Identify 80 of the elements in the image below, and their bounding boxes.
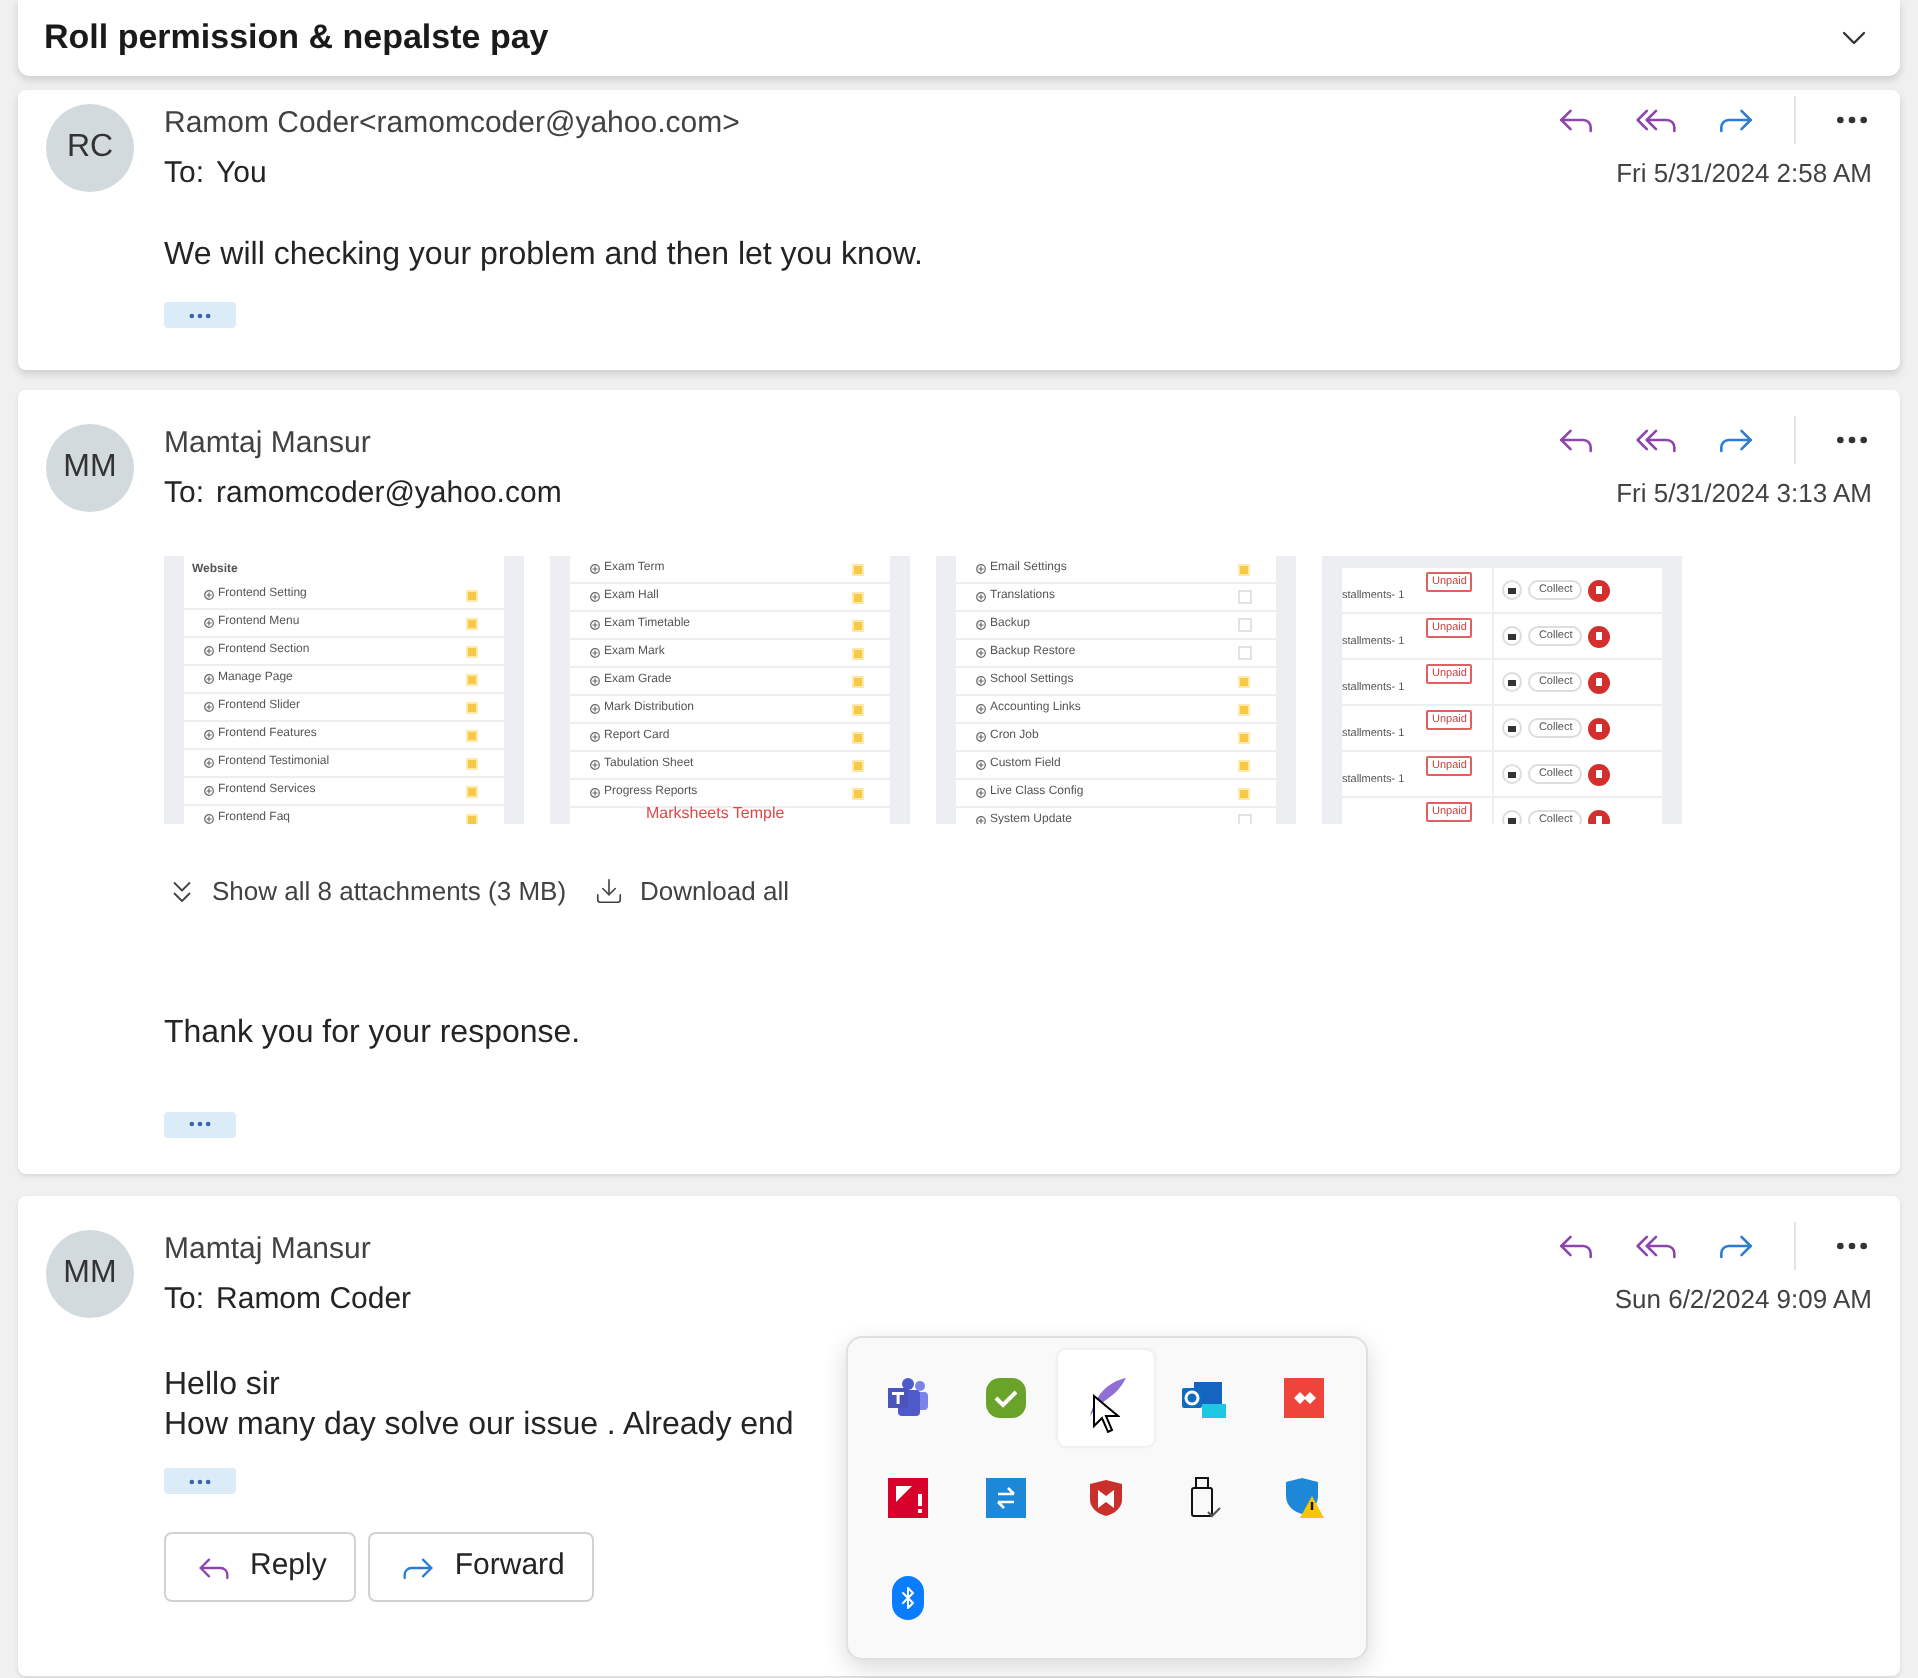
message-date: Fri 5/31/2024 3:13 AM: [1616, 476, 1872, 512]
plus-circle-icon: [204, 814, 214, 824]
to-label: To:: [164, 153, 205, 193]
plus-circle-icon: [590, 676, 600, 686]
plus-circle-icon: [204, 758, 214, 769]
plus-circle-icon: [590, 704, 600, 714]
plus-circle-icon: [976, 648, 986, 658]
message-date: Fri 5/31/2024 2:58 AM: [1616, 156, 1872, 192]
plus-circle-icon: [590, 648, 600, 658]
overlay-caption: Marksheets Temple: [646, 801, 785, 824]
bluetooth-icon: [892, 1576, 924, 1620]
shield-app-icon: [1085, 1478, 1126, 1518]
plus-circle-icon: [590, 592, 600, 602]
recipient: You: [216, 153, 267, 193]
mail-app-icon: [1180, 1376, 1229, 1420]
plus-circle-icon: [204, 702, 214, 713]
mail-icon: [1502, 810, 1523, 824]
cursor-icon: [1091, 1394, 1120, 1434]
reply-button[interactable]: Reply: [164, 1532, 357, 1602]
delete-icon: [1588, 763, 1611, 785]
recipient: Ramom Coder: [216, 1279, 412, 1319]
sender-name: Mamtaj Mansur: [164, 1230, 371, 1270]
delete-icon: [1588, 625, 1611, 647]
plus-circle-icon: [590, 620, 600, 630]
delete-icon: [1588, 579, 1611, 601]
plus-circle-icon: [204, 646, 214, 657]
to-label: To:: [164, 473, 205, 513]
forward-button[interactable]: Forward: [368, 1532, 595, 1602]
tray-item[interactable]: [1057, 1350, 1154, 1446]
mail-icon: [1502, 764, 1523, 784]
show-more-button[interactable]: [164, 1111, 236, 1137]
alert-app-icon: [888, 1478, 928, 1518]
recipient: ramomcoder@yahoo.com: [216, 473, 562, 513]
plus-circle-icon: [976, 620, 986, 630]
plus-circle-icon: [590, 732, 600, 742]
message-text: Hello sir: [164, 1366, 280, 1406]
delete-icon: [1588, 717, 1611, 739]
plus-circle-icon: [590, 788, 600, 798]
show-more-button[interactable]: [164, 1468, 236, 1494]
mail-icon: [1502, 580, 1523, 600]
security-warning-icon: [1281, 1476, 1326, 1520]
message-text: Thank you for your response.: [164, 1013, 581, 1053]
plus-circle-icon: [204, 730, 214, 741]
plus-circle-icon: [204, 590, 214, 601]
plus-circle-icon: [204, 618, 214, 629]
check-badge-icon: [984, 1376, 1029, 1420]
plus-circle-icon: [590, 760, 600, 770]
mail-icon: [1502, 672, 1523, 692]
message-text: We will checking your problem and then let you know.: [164, 236, 923, 276]
sender-name: Mamtaj Mansur: [164, 424, 371, 464]
plus-circle-icon: [590, 564, 600, 574]
show-all-attachments-link[interactable]: Show all 8 attachments (3 MB): [212, 872, 567, 911]
mail-icon: [1502, 626, 1523, 646]
mail-icon: [1502, 718, 1523, 738]
plus-circle-icon: [976, 704, 986, 714]
plus-circle-icon: [976, 760, 986, 770]
plus-circle-icon: [976, 788, 986, 798]
sync-app-icon: [986, 1478, 1027, 1518]
delete-icon: [1588, 671, 1611, 693]
thread-subject: Roll permission & nepalste pay: [44, 16, 549, 61]
plus-circle-icon: [976, 564, 986, 574]
plus-circle-icon: [204, 786, 214, 797]
download-all-link[interactable]: Download all: [640, 872, 789, 911]
message-text: How many day solve our issue . Already end: [164, 1406, 794, 1446]
remote-app-icon: [1283, 1378, 1324, 1418]
plus-circle-icon: [204, 674, 214, 685]
delete-icon: [1588, 809, 1611, 824]
avatar: MM: [46, 1230, 134, 1318]
to-label: To:: [164, 1279, 205, 1319]
show-more-button[interactable]: [164, 302, 236, 328]
download-icon: [594, 876, 625, 907]
plus-circle-icon: [976, 592, 986, 602]
plus-circle-icon: [976, 732, 986, 742]
plus-circle-icon: [976, 816, 986, 824]
chat-app-icon: [886, 1378, 930, 1418]
avatar: MM: [46, 424, 134, 512]
plus-circle-icon: [976, 676, 986, 686]
sender-name: Ramom Coder<ramomcoder@yahoo.com>: [164, 104, 740, 144]
avatar: RC: [46, 104, 134, 192]
message-date: Sun 6/2/2024 9:09 AM: [1614, 1282, 1872, 1318]
